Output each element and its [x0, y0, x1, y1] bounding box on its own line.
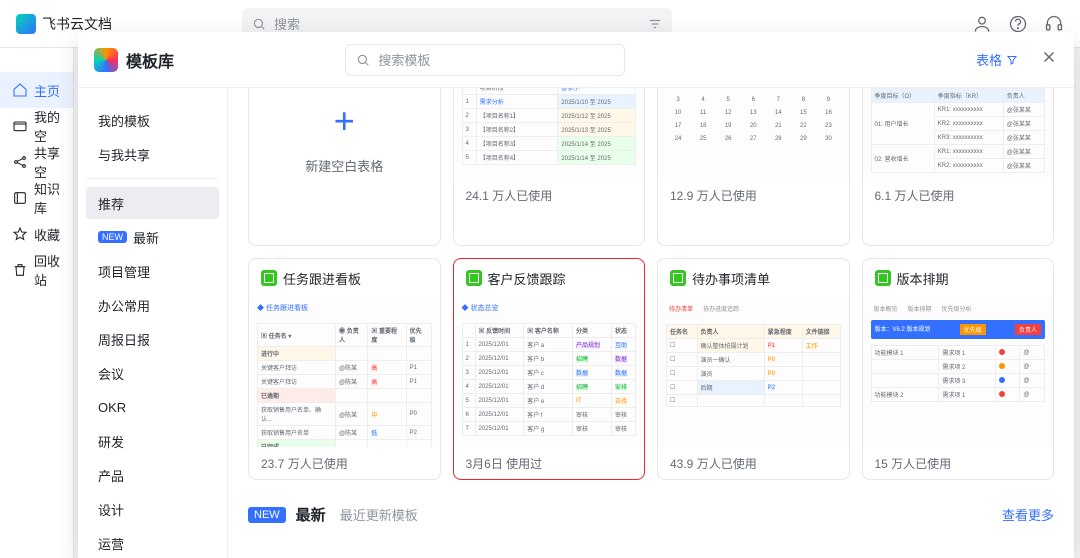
category-item[interactable]: 研发	[86, 425, 219, 457]
card-preview: 版本概览版本排期优先级分析 版本：V6.2 版本规划优先级负责人 功能模块 1需…	[863, 297, 1054, 447]
template-card[interactable]: 项目日特图 1.0 项目管理任务管理项目甘特图【必读】使用指南 ABC 项目 开…	[453, 88, 646, 246]
category-item[interactable]: 推荐	[86, 187, 219, 219]
card-usage: 3月6日 使用过	[454, 447, 645, 479]
template-card[interactable]: 任务跟进看板 ◆ 任务跟进看板 ▣ 任务名 ▾◉ 负责人▣ 重要程度优先级 进行…	[248, 258, 441, 480]
type-filter-chip[interactable]: 表格	[968, 46, 1026, 73]
filter-icon	[1006, 54, 1018, 66]
category-item[interactable]: 运营	[86, 527, 219, 558]
plus-icon: +	[334, 100, 355, 142]
template-search-input[interactable]: 搜索模板	[345, 44, 625, 76]
card-title: 版本排期	[897, 269, 949, 288]
template-library-modal: 模板库 搜索模板 表格 我的模板与我共享推荐NEW最新项目管理办公常用周报日报会…	[78, 32, 1074, 558]
card-preview: 项目管理任务管理项目甘特图【必读】使用指南 ABC 项目 开始时间 2025/1…	[454, 88, 645, 179]
category-item[interactable]: 与我共享	[86, 138, 219, 170]
see-more-link[interactable]: 查看更多	[1002, 505, 1054, 524]
category-item[interactable]: 我的模板	[86, 104, 219, 136]
category-item[interactable]: 周报日报	[86, 323, 219, 355]
category-item[interactable]: 会议	[86, 357, 219, 389]
category-item[interactable]: 设计	[86, 493, 219, 525]
search-icon	[356, 53, 370, 67]
template-card[interactable]: 客户反馈跟踪 ◆ 状态总览 ▣ 反馈时间▣ 客户名称分类状态 12025/12/…	[453, 258, 646, 480]
spreadsheet-icon	[466, 270, 482, 286]
card-usage: 6.1 万人已使用	[863, 179, 1054, 211]
template-card[interactable]: 待办事项清单 待办清单协办进度追踪 任务名负责人紧急程度文件链接 ☐确认整体拍摄…	[657, 258, 850, 480]
spreadsheet-icon	[670, 270, 686, 286]
category-item[interactable]: NEW最新	[86, 221, 219, 253]
section-title: 最新	[296, 504, 326, 525]
card-preview: 待办清单协办进度追踪 任务名负责人紧急程度文件链接 ☐确认整体拍摄计划P1工作 …	[658, 297, 849, 447]
category-item[interactable]: 产品	[86, 459, 219, 491]
card-usage: 24.1 万人已使用	[454, 179, 645, 211]
section-badge: NEW	[248, 507, 286, 523]
card-preview: ◆ 任务跟进看板 ▣ 任务名 ▾◉ 负责人▣ 重要程度优先级 进行中 关键客户拜…	[249, 297, 440, 447]
card-usage: 43.9 万人已使用	[658, 447, 849, 479]
modal-title: 模板库	[126, 48, 174, 72]
card-title: 客户反馈跟踪	[488, 269, 566, 288]
card-preview: 月历日历 2025年2月今日2025/2/20 一二三四五六日 12345 34…	[658, 88, 849, 179]
card-title: 待办事项清单	[692, 269, 770, 288]
category-item[interactable]: OKR	[86, 391, 219, 423]
card-title: 任务跟进看板	[283, 269, 361, 288]
template-card[interactable]: 版本排期 版本概览版本排期优先级分析 版本：V6.2 版本规划优先级负责人 功能…	[862, 258, 1055, 480]
card-usage: 12.9 万人已使用	[658, 179, 849, 211]
category-item[interactable]: 办公常用	[86, 289, 219, 321]
template-card[interactable]: 2025 年月度工作日历 月历日历 2025年2月今日2025/2/20 一二三…	[657, 88, 850, 246]
close-button[interactable]	[1040, 48, 1058, 71]
category-item[interactable]: 项目管理	[86, 255, 219, 287]
card-preview: ◆ 状态总览 ▣ 反馈时间▣ 客户名称分类状态 12025/12/01客户 a产…	[454, 297, 645, 447]
spreadsheet-icon	[261, 270, 277, 286]
section-subtitle: 最近更新模板	[340, 505, 418, 524]
spreadsheet-icon	[875, 270, 891, 286]
create-blank-card[interactable]: +新建空白表格	[248, 88, 441, 246]
card-preview: 部门OKROKR进度管理全年目标管理 部门：xx部门 季度目标（O）季度指标（K…	[863, 88, 1054, 179]
card-usage: 23.7 万人已使用	[249, 447, 440, 479]
template-card[interactable]: 部门 OKR 与周报 部门OKROKR进度管理全年目标管理 部门：xx部门 季度…	[862, 88, 1055, 246]
template-library-icon	[94, 48, 118, 72]
card-usage: 15 万人已使用	[863, 447, 1054, 479]
